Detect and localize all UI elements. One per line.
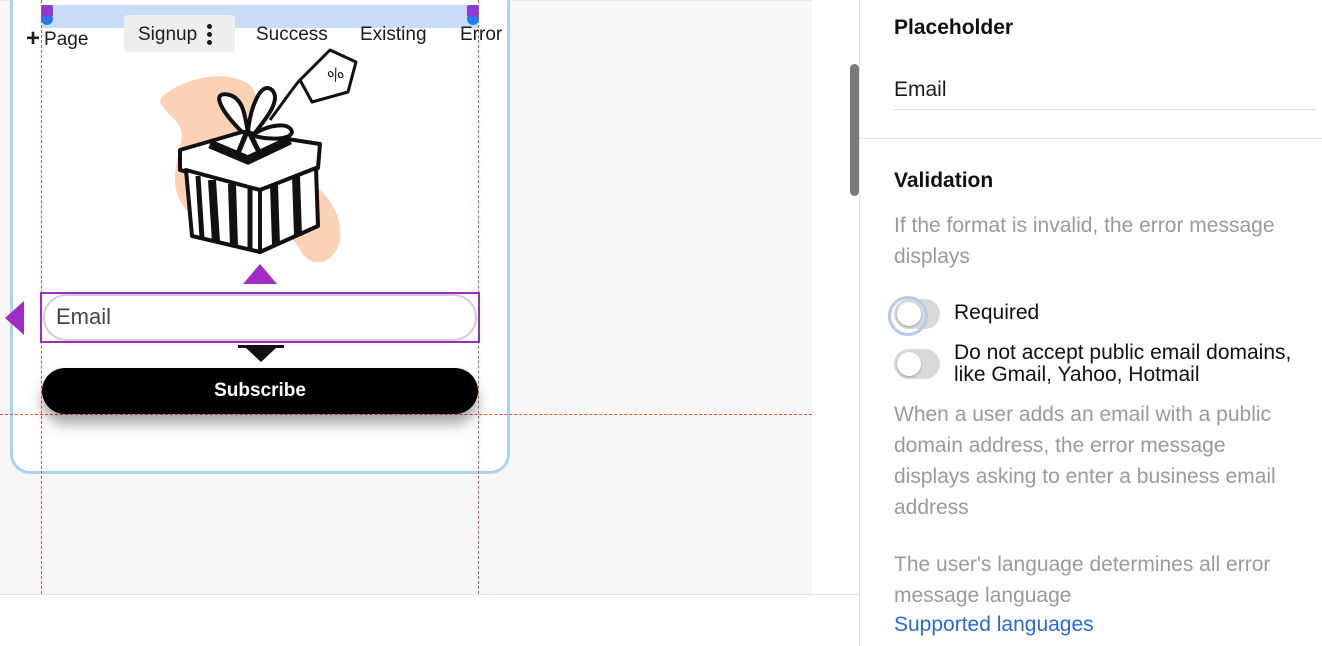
add-page-button[interactable]: + Page [26, 24, 88, 52]
supported-languages-link[interactable]: Supported languages [894, 613, 1094, 637]
tab-existing[interactable]: Existing [360, 24, 427, 46]
required-toggle[interactable] [888, 296, 940, 336]
placeholder-underline [894, 109, 1316, 110]
public-domains-description: When a user adds an email with a public … [894, 403, 1276, 519]
plus-icon: + [26, 25, 41, 52]
validation-description: If the format is invalid, the error mess… [894, 214, 1275, 268]
settings-panel: Placeholder Email Validation If the form… [860, 0, 1322, 646]
gift-illustration[interactable]: % [150, 40, 370, 270]
move-up-arrow-icon[interactable] [243, 264, 277, 284]
validation-heading: Validation [894, 169, 994, 192]
section-divider [860, 138, 1322, 139]
add-page-label: Page [44, 29, 89, 50]
move-left-arrow-icon[interactable] [5, 301, 24, 335]
move-down-arrow-icon[interactable] [238, 345, 284, 362]
page-tab-bar [0, 594, 859, 646]
subscribe-button[interactable]: Subscribe [42, 368, 478, 414]
tab-signup-label: Signup [138, 24, 198, 45]
guide-line-horizontal [0, 414, 812, 415]
language-description: The user's language determines all error… [894, 553, 1271, 607]
required-label: Required [954, 301, 1040, 324]
placeholder-field[interactable]: Email [894, 78, 947, 102]
resize-handle-top-left[interactable] [41, 5, 53, 17]
tab-error[interactable]: Error [460, 24, 502, 46]
public-domains-label: Do not accept public email domains, like… [954, 341, 1292, 386]
email-input-placeholder: Email [56, 304, 112, 329]
canvas-scrollbar[interactable] [850, 64, 859, 196]
tab-success[interactable]: Success [256, 24, 328, 46]
public-domains-toggle[interactable] [894, 349, 940, 379]
placeholder-heading: Placeholder [894, 16, 1014, 39]
more-options-icon[interactable] [207, 24, 213, 46]
